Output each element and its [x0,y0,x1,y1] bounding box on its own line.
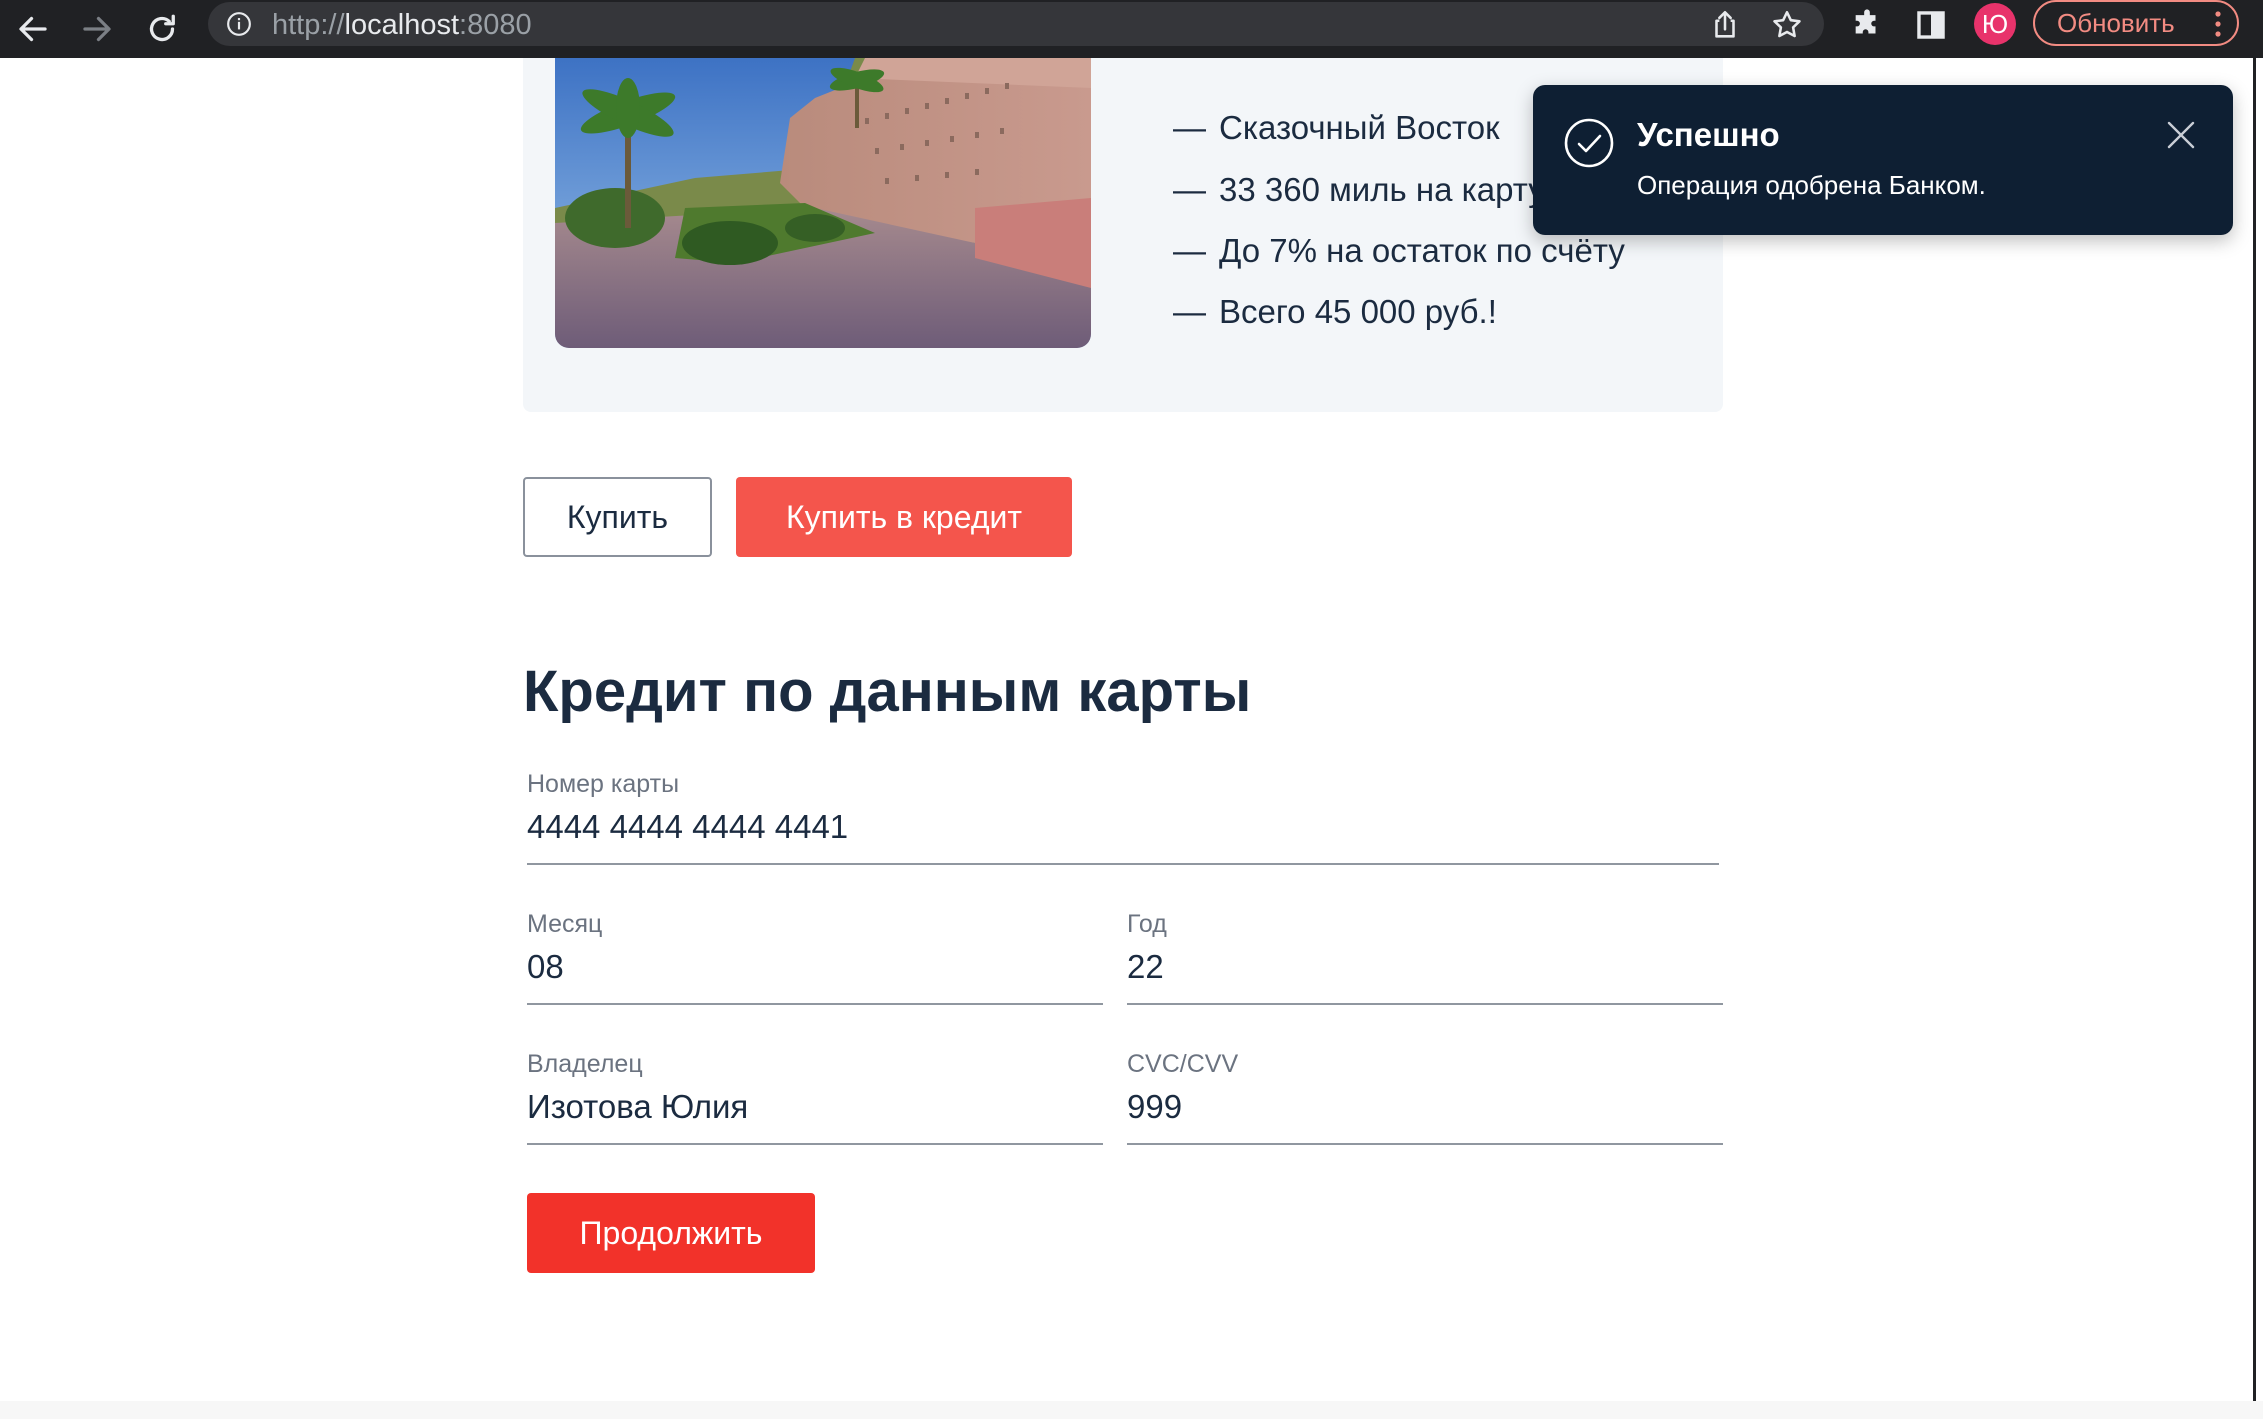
month-field[interactable]: Месяц 08 [523,909,1103,1009]
side-panel-button[interactable] [1914,8,1948,42]
reload-button[interactable] [133,0,191,58]
page-footer-strip [0,1401,2263,1419]
extensions-button[interactable] [1850,8,1884,42]
feature-dash: — [1173,171,1206,208]
owner-input[interactable]: Изотова Юлия [527,1087,748,1127]
feature-item: — Всего 45 000 руб.! [1173,292,1497,332]
buy-on-credit-button[interactable]: Купить в кредит [736,477,1072,557]
feature-text: Всего 45 000 руб.! [1219,293,1497,330]
bookmark-button[interactable] [1770,8,1804,42]
browser-toolbar: http://localhost:8080 Ю Обновить [0,0,2263,58]
card-number-label: Номер карты [527,770,680,798]
forward-button[interactable] [68,0,126,58]
cvc-field[interactable]: CVC/CVV 999 [1123,1049,1723,1149]
feature-text: Сказочный Восток [1219,109,1500,146]
profile-avatar[interactable]: Ю [1974,3,2016,45]
tour-photo [555,58,1091,348]
field-underline [527,863,1719,865]
feature-item: — Сказочный Восток [1173,108,1500,148]
feature-item: — До 7% на остаток по счёту [1173,231,1625,271]
success-notification: Успешно Операция одобрена Банком. [1533,85,2233,235]
url-text[interactable]: http://localhost:8080 [272,8,532,42]
feature-dash: — [1173,293,1206,330]
feature-item: — 33 360 миль на карту [1173,170,1545,210]
puzzle-icon [1855,9,1876,34]
share-icon [1715,10,1735,38]
update-label: Обновить [2057,7,2175,38]
card-number-field[interactable]: Номер карты 4444 4444 4444 4441 [523,769,1723,869]
feature-text: 33 360 миль на карту [1219,171,1545,208]
back-button[interactable] [4,0,62,58]
star-icon [1773,10,1801,38]
check-circle-icon [1564,118,1614,168]
owner-label: Владелец [527,1050,643,1078]
cvc-input[interactable]: 999 [1127,1087,1182,1127]
field-underline [527,1143,1103,1145]
update-browser-button[interactable]: Обновить [2033,0,2239,46]
url-host: localhost [344,9,460,41]
feature-dash: — [1173,109,1206,146]
month-label: Месяц [527,910,603,938]
close-icon[interactable] [2165,119,2197,151]
notification-message: Операция одобрена Банком. [1637,170,1986,200]
year-label: Год [1127,910,1167,938]
back-arrow-icon [19,16,47,42]
feature-text: До 7% на остаток по счёту [1219,232,1625,269]
url-port: :8080 [459,9,532,41]
share-button[interactable] [1708,8,1742,42]
feature-dash: — [1173,232,1206,269]
owner-field[interactable]: Владелец Изотова Юлия [523,1049,1103,1149]
month-input[interactable]: 08 [527,947,564,987]
url-scheme: http:// [272,9,345,41]
more-menu-icon[interactable] [2215,11,2221,37]
cvc-label: CVC/CVV [1127,1050,1239,1078]
notification-title: Успешно [1637,116,1780,153]
side-panel-icon [1917,11,1945,39]
buy-button[interactable]: Купить [523,477,712,557]
field-underline [1127,1003,1723,1005]
forward-arrow-icon [83,16,111,42]
card-number-input[interactable]: 4444 4444 4444 4441 [527,807,848,847]
year-field[interactable]: Год 22 [1123,909,1723,1009]
continue-button[interactable]: Продолжить [527,1193,815,1273]
marrakech-wall-image [555,58,1091,348]
form-title: Кредит по данным карты [523,659,1252,724]
field-underline [527,1003,1103,1005]
year-input[interactable]: 22 [1127,947,1164,987]
field-underline [1127,1143,1723,1145]
window-edge [2253,58,2256,1419]
reload-icon [149,14,175,42]
site-info-icon[interactable] [226,11,252,37]
address-bar[interactable]: http://localhost:8080 [208,2,1824,46]
